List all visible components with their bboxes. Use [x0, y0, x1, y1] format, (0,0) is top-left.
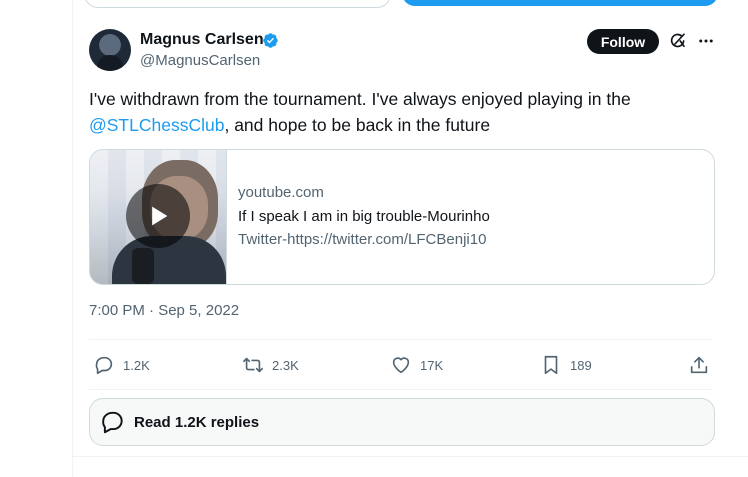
- reply-button[interactable]: 1.2K: [93, 354, 150, 376]
- previous-tweet-button-edge[interactable]: [402, 0, 718, 6]
- author-name[interactable]: Magnus Carlsen: [140, 31, 264, 49]
- card-domain: youtube.com: [238, 184, 324, 201]
- previous-tweet-input-edge[interactable]: [84, 0, 391, 8]
- follow-button[interactable]: Follow: [587, 29, 659, 54]
- tweet-text-after: , and hope to be back in the future: [224, 115, 491, 135]
- play-icon[interactable]: [126, 184, 190, 248]
- divider: [89, 389, 713, 390]
- grok-icon[interactable]: [669, 32, 687, 50]
- reply-icon: [95, 356, 113, 375]
- divider: [72, 456, 748, 457]
- verified-badge-icon[interactable]: [262, 32, 279, 49]
- timeline-column-border: [72, 0, 73, 477]
- author-handle[interactable]: @MagnusCarlsen: [140, 52, 260, 69]
- more-icon[interactable]: [697, 33, 715, 49]
- share-icon: [690, 356, 708, 374]
- share-button[interactable]: [688, 354, 710, 376]
- bookmark-button[interactable]: 189: [540, 354, 592, 376]
- repost-button[interactable]: 2.3K: [242, 354, 299, 376]
- card-title[interactable]: If I speak I am in big trouble-Mourinho: [238, 208, 490, 225]
- link-preview-card[interactable]: youtube.com If I speak I am in big troub…: [89, 149, 715, 285]
- card-description: Twitter-https://twitter.com/LFCBenji10: [238, 231, 487, 248]
- avatar[interactable]: [89, 29, 131, 71]
- like-count: 17K: [420, 357, 444, 373]
- video-thumbnail[interactable]: [90, 150, 227, 284]
- bookmark-count: 189: [570, 357, 592, 373]
- repost-icon: [243, 357, 263, 373]
- heart-icon: [392, 357, 410, 374]
- thumbnail-microphone: [132, 248, 154, 284]
- reply-bubble-icon: [102, 411, 123, 434]
- tweet-text: I've withdrawn from the tournament. I've…: [89, 86, 709, 138]
- mention-link[interactable]: @STLChessClub: [89, 115, 224, 135]
- reply-count: 1.2K: [123, 357, 150, 373]
- repost-count: 2.3K: [272, 357, 299, 373]
- tweet-timestamp[interactable]: 7:00 PM · Sep 5, 2022: [89, 302, 239, 319]
- read-replies-label: Read 1.2K replies: [134, 413, 260, 431]
- bookmark-icon: [544, 355, 558, 375]
- tweet-text-before: I've withdrawn from the tournament. I've…: [89, 89, 631, 109]
- like-button[interactable]: 17K: [390, 354, 443, 376]
- divider: [89, 339, 713, 340]
- read-replies-button[interactable]: Read 1.2K replies: [89, 398, 715, 446]
